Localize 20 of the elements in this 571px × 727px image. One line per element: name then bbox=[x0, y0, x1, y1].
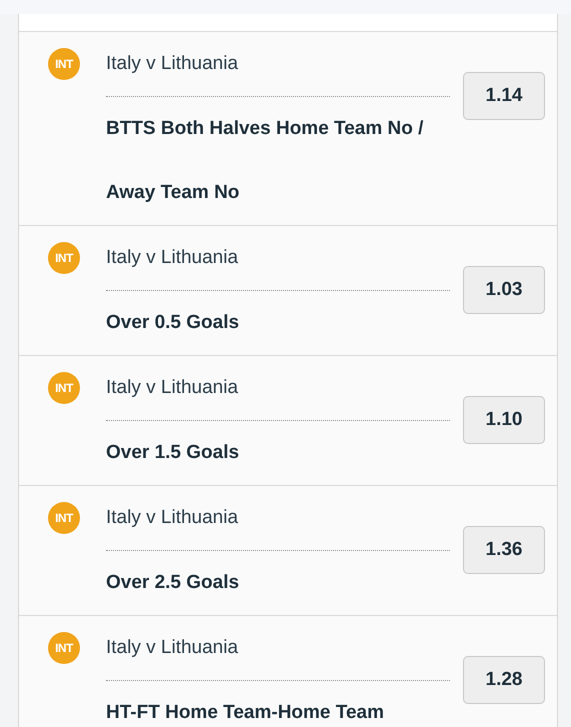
match-name: Italy v Lithuania bbox=[106, 52, 238, 76]
match-name: Italy v Lithuania bbox=[106, 376, 238, 400]
competition-badge: INT bbox=[48, 372, 80, 404]
market-name: Over 2.5 Goals bbox=[106, 571, 240, 595]
odds-button[interactable]: 1.14 bbox=[463, 72, 545, 120]
match-name: Italy v Lithuania bbox=[106, 636, 238, 660]
odds-button[interactable]: 1.36 bbox=[463, 526, 545, 574]
market-name: HT-FT Home Team-Home Team bbox=[106, 701, 384, 725]
match-name: Italy v Lithuania bbox=[106, 246, 238, 270]
market-name: Over 0.5 Goals bbox=[106, 311, 240, 335]
market-name: Over 1.5 Goals bbox=[106, 441, 240, 465]
competition-badge: INT bbox=[48, 48, 80, 80]
odds-button[interactable]: 1.28 bbox=[463, 656, 545, 704]
competition-badge: INT bbox=[48, 242, 80, 274]
odds-button[interactable]: 1.03 bbox=[463, 266, 545, 314]
match-name: Italy v Lithuania bbox=[106, 506, 238, 530]
odds-button[interactable]: 1.10 bbox=[463, 396, 545, 444]
competition-badge: INT bbox=[48, 502, 80, 534]
competition-badge: INT bbox=[48, 632, 80, 664]
market-name: BTTS Both Halves Home Team No / Away Team No bbox=[106, 117, 424, 205]
